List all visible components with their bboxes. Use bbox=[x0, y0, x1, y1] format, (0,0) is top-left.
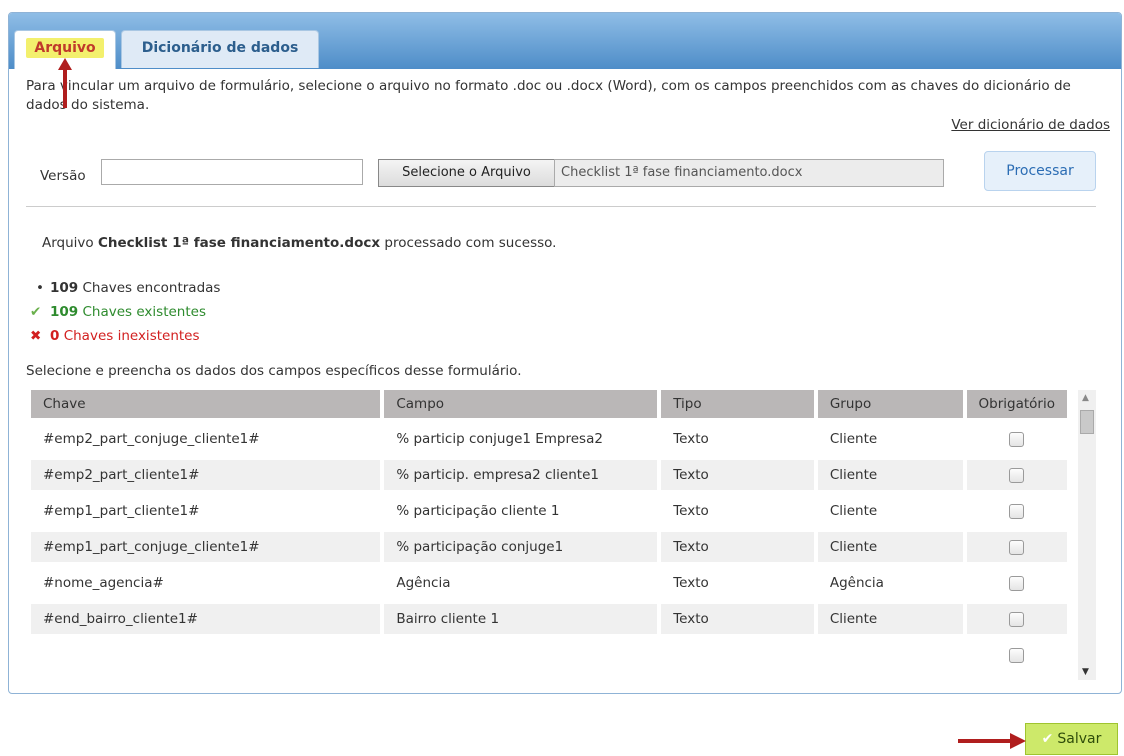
version-input[interactable] bbox=[101, 159, 363, 185]
cell-chave: #emp2_part_cliente1# bbox=[31, 460, 381, 490]
process-button[interactable]: Processar bbox=[984, 151, 1096, 191]
cell-obrigatorio bbox=[967, 424, 1067, 454]
keys-existing-count: 109 bbox=[50, 304, 79, 320]
table-row[interactable]: #nome_agencia# Agência Texto Agência bbox=[31, 568, 1067, 598]
cell-chave: #emp1_part_cliente1# bbox=[43, 503, 200, 519]
cell-obrigatorio bbox=[967, 568, 1067, 598]
required-checkbox[interactable] bbox=[1009, 467, 1025, 483]
scroll-up-icon[interactable]: ▲ bbox=[1082, 393, 1089, 403]
table-row[interactable]: #emp2_part_cliente1# % particip. empresa… bbox=[31, 460, 1067, 490]
required-checkbox[interactable] bbox=[1009, 539, 1025, 555]
header-obrigatorio[interactable]: Obrigatório bbox=[966, 390, 1067, 418]
cell-campo: % participação conjuge1 bbox=[384, 532, 658, 562]
fields-hint: Selecione e preencha os dados dos campos… bbox=[26, 363, 522, 379]
cell-obrigatorio bbox=[967, 496, 1067, 526]
keys-missing-label: Chaves inexistentes bbox=[59, 328, 200, 344]
cell-grupo: Cliente bbox=[817, 532, 963, 562]
processing-status: Arquivo Checklist 1ª fase financiamento.… bbox=[42, 235, 556, 251]
cell-grupo: Cliente bbox=[829, 431, 878, 447]
fields-table: Chave Campo Tipo Grupo Obrigatório #emp2… bbox=[31, 390, 1071, 676]
cell-campo: Bairro cliente 1 bbox=[384, 604, 658, 634]
table-row[interactable]: #emp1_part_cliente1# % participação clie… bbox=[31, 496, 1067, 526]
cell-obrigatorio bbox=[967, 640, 1067, 670]
cell-grupo bbox=[818, 640, 963, 670]
cell-grupo: Agência bbox=[829, 575, 884, 591]
cell-obrigatorio bbox=[966, 460, 1067, 490]
cell-chave: #end_bairro_cliente1# bbox=[31, 604, 381, 634]
keys-missing: ✖ 0 Chaves inexistentes bbox=[30, 324, 220, 348]
cell-tipo: Texto bbox=[661, 460, 814, 490]
version-label: Versão bbox=[40, 168, 86, 184]
keys-existing: ✔ 109 Chaves existentes bbox=[30, 300, 220, 324]
required-checkbox[interactable] bbox=[1009, 611, 1025, 627]
status-file-name: Checklist 1ª fase financiamento.docx bbox=[97, 235, 381, 251]
cell-campo bbox=[384, 640, 657, 670]
cell-tipo: Texto bbox=[661, 604, 814, 634]
cell-grupo: Cliente bbox=[829, 503, 878, 519]
cell-obrigatorio bbox=[966, 532, 1067, 562]
required-checkbox[interactable] bbox=[1009, 575, 1025, 591]
annotation-arrow-up-icon bbox=[58, 58, 72, 108]
cell-chave: #nome_agencia# bbox=[43, 575, 164, 591]
divider bbox=[26, 206, 1096, 207]
cell-chave: #emp1_part_conjuge_cliente1# bbox=[31, 532, 381, 562]
keys-missing-count: 0 bbox=[50, 328, 60, 344]
cell-campo: % particip conjuge1 Empresa2 bbox=[396, 431, 603, 447]
select-file-button[interactable]: Selecione o Arquivo bbox=[378, 159, 555, 187]
table-header-row: Chave Campo Tipo Grupo Obrigatório bbox=[31, 390, 1067, 418]
dictionary-link[interactable]: Ver dicionário de dados bbox=[951, 117, 1110, 133]
header-tipo[interactable]: Tipo bbox=[661, 390, 814, 418]
table-row[interactable]: #emp1_part_conjuge_cliente1# % participa… bbox=[31, 532, 1067, 562]
table-scrollbar[interactable]: ▲ ▼ bbox=[1078, 390, 1096, 680]
cell-grupo: Cliente bbox=[817, 460, 963, 490]
header-grupo[interactable]: Grupo bbox=[817, 390, 963, 418]
required-checkbox[interactable] bbox=[1009, 431, 1025, 447]
header-campo[interactable]: Campo bbox=[384, 390, 658, 418]
cell-campo: % participação cliente 1 bbox=[396, 503, 560, 519]
status-suffix: processado com sucesso. bbox=[380, 235, 557, 251]
cell-tipo: Texto bbox=[673, 431, 709, 447]
cell-tipo: Texto bbox=[673, 503, 709, 519]
cell-obrigatorio bbox=[966, 604, 1067, 634]
cell-chave bbox=[31, 640, 380, 670]
tab-arquivo-label: Arquivo bbox=[26, 38, 104, 58]
check-icon: ✔ bbox=[1041, 731, 1054, 747]
cell-grupo: Cliente bbox=[817, 604, 963, 634]
cell-tipo: Texto bbox=[661, 532, 814, 562]
cell-chave: #emp2_part_conjuge_cliente1# bbox=[43, 431, 260, 447]
cell-campo: % particip. empresa2 cliente1 bbox=[384, 460, 658, 490]
annotation-arrow-right-icon bbox=[958, 733, 1026, 749]
bullet-icon: • bbox=[36, 280, 44, 296]
table-row[interactable]: #end_bairro_cliente1# Bairro cliente 1 T… bbox=[31, 604, 1067, 634]
table-row-partial[interactable] bbox=[31, 640, 1067, 670]
selected-file-name: Checklist 1ª fase financiamento.docx bbox=[554, 159, 944, 187]
status-prefix: Arquivo bbox=[42, 235, 98, 251]
intro-text: Para vincular um arquivo de formulário, … bbox=[26, 78, 1071, 113]
tab-dicionario-de-dados[interactable]: Dicionário de dados bbox=[121, 30, 319, 68]
keys-existing-label: Chaves existentes bbox=[78, 304, 206, 320]
save-button-label: Salvar bbox=[1057, 731, 1102, 747]
check-icon: ✔ bbox=[30, 304, 42, 320]
keys-found-label: Chaves encontradas bbox=[78, 280, 221, 296]
scrollbar-thumb[interactable] bbox=[1080, 410, 1094, 434]
header-chave[interactable]: Chave bbox=[31, 390, 381, 418]
tab-bar: Arquivo Dicionário de dados bbox=[9, 13, 1121, 69]
keys-found-count: 109 bbox=[50, 280, 79, 296]
cell-tipo: Texto bbox=[673, 575, 709, 591]
keys-summary: • 109 Chaves encontradas ✔ 109 Chaves exis… bbox=[30, 276, 220, 348]
cell-tipo bbox=[661, 640, 814, 670]
cell-campo: Agência bbox=[396, 575, 451, 591]
scroll-down-icon[interactable]: ▼ bbox=[1082, 667, 1089, 677]
keys-found: • 109 Chaves encontradas bbox=[30, 276, 220, 300]
table-row[interactable]: #emp2_part_conjuge_cliente1# % particip … bbox=[31, 424, 1067, 454]
save-button[interactable]: ✔ Salvar bbox=[1025, 723, 1118, 755]
required-checkbox[interactable] bbox=[1009, 503, 1025, 519]
required-checkbox[interactable] bbox=[1009, 647, 1025, 663]
cross-icon: ✖ bbox=[30, 328, 42, 344]
fields-table-container: Chave Campo Tipo Grupo Obrigatório #emp2… bbox=[31, 390, 1071, 678]
